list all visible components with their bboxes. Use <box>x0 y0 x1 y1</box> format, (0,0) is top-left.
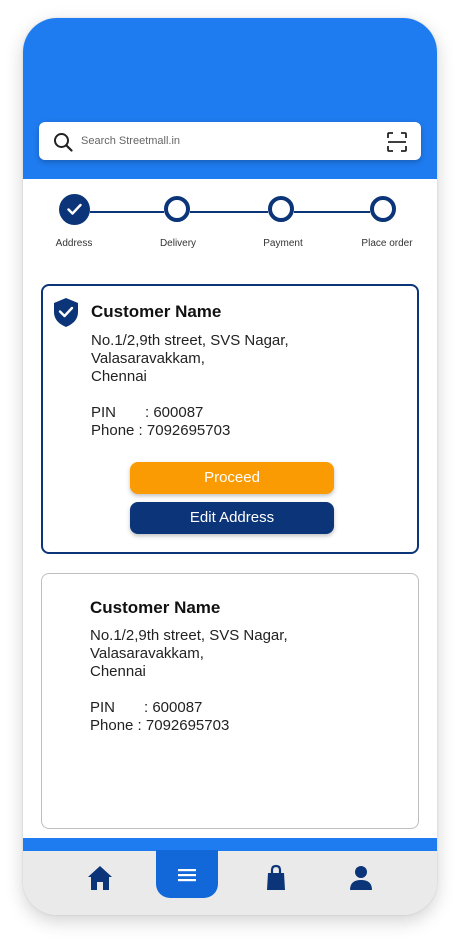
menu-icon[interactable] <box>176 867 198 883</box>
scan-icon[interactable] <box>387 132 407 152</box>
search-input[interactable] <box>81 131 371 151</box>
step-payment-dot[interactable] <box>268 196 294 222</box>
address-line-1: No.1/2,9th street, SVS Nagar, <box>91 332 289 349</box>
checkout-stepper: Address Delivery Payment Place order <box>23 193 437 263</box>
pin-value: : 600087 <box>144 699 203 716</box>
address-line-2: Valasaravakkam, <box>91 350 205 367</box>
address-line-3: Chennai <box>90 663 146 680</box>
bottom-accent-strip <box>23 838 437 852</box>
step-connector <box>90 211 164 213</box>
step-label-payment: Payment <box>263 238 303 249</box>
pin-label: PIN <box>90 699 116 716</box>
phone-label: Phone <box>91 422 135 439</box>
selected-check-badge-icon <box>54 298 78 327</box>
pin-label: PIN <box>91 404 117 421</box>
customer-name: Customer Name <box>90 598 221 617</box>
user-icon[interactable] <box>346 863 376 893</box>
step-connector <box>190 211 268 213</box>
check-icon <box>67 203 82 215</box>
menu-tab-active[interactable] <box>156 850 218 898</box>
step-label-address: Address <box>55 238 93 249</box>
address-card-selected[interactable]: Customer Name No.1/2,9th street, SVS Nag… <box>41 284 419 554</box>
pin-row: PIN : 600087 <box>90 699 202 716</box>
phone-value: : 7092695703 <box>137 717 230 734</box>
shopping-bag-icon[interactable] <box>261 863 291 893</box>
customer-name: Customer Name <box>91 302 222 321</box>
search-icon[interactable] <box>53 132 73 152</box>
address-line-2: Valasaravakkam, <box>90 645 204 662</box>
phone-label: Phone <box>90 717 134 734</box>
address-card[interactable]: Customer Name No.1/2,9th street, SVS Nag… <box>41 573 419 829</box>
pin-row: PIN : 600087 <box>91 404 203 421</box>
phone-row: Phone : 7092695703 <box>90 717 229 734</box>
proceed-button[interactable]: Proceed <box>130 462 334 494</box>
search-bar[interactable] <box>39 122 421 160</box>
step-delivery-dot[interactable] <box>164 196 190 222</box>
bottom-navigation <box>23 851 437 915</box>
phone-row: Phone : 7092695703 <box>91 422 230 439</box>
step-label-place-order: Place order <box>361 238 413 249</box>
home-icon[interactable] <box>85 863 115 893</box>
step-place-order-dot[interactable] <box>370 196 396 222</box>
phone-value: : 7092695703 <box>138 422 231 439</box>
address-line-1: No.1/2,9th street, SVS Nagar, <box>90 627 288 644</box>
step-label-delivery: Delivery <box>159 238 197 249</box>
step-address-dot[interactable] <box>59 194 90 225</box>
phone-frame: Address Delivery Payment Place order Cus… <box>23 18 437 915</box>
address-line-3: Chennai <box>91 368 147 385</box>
step-connector <box>294 211 370 213</box>
pin-value: : 600087 <box>145 404 204 421</box>
edit-address-button[interactable]: Edit Address <box>130 502 334 534</box>
